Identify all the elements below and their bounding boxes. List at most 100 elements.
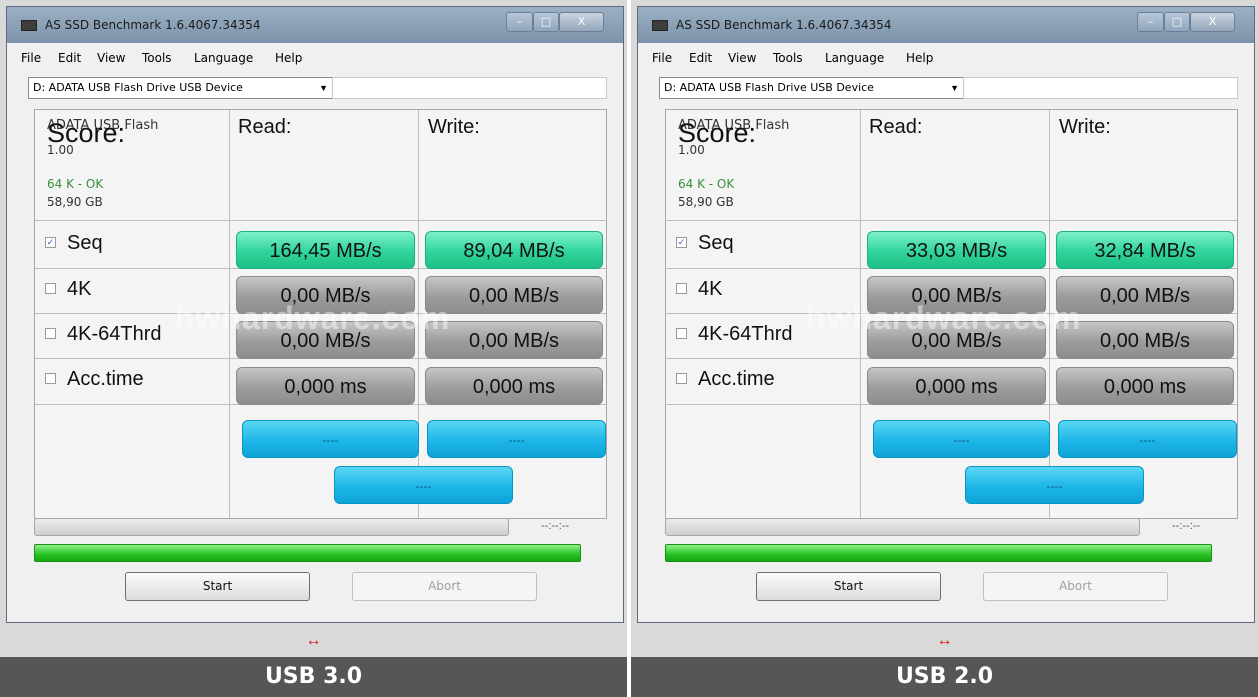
- dropdown-arrow-icon: ▼: [319, 83, 328, 93]
- window-title: AS SSD Benchmark 1.6.4067.34354: [45, 18, 261, 32]
- 4k-checkbox[interactable]: [45, 283, 56, 294]
- close-icon: X: [1208, 15, 1217, 28]
- start-button[interactable]: Start: [125, 572, 310, 601]
- 4k64-checkbox[interactable]: [676, 328, 687, 339]
- menu-file[interactable]: File: [21, 51, 41, 65]
- seq-write-value: 32,84 MB/s: [1056, 231, 1234, 269]
- app-icon: [652, 20, 668, 31]
- results-grid: ADATA USB Flash 1.00 64 K - OK 58,90 GB …: [665, 109, 1238, 519]
- seq-write-value: 89,04 MB/s: [425, 231, 603, 269]
- 4k64-checkbox[interactable]: [45, 328, 56, 339]
- divider: [229, 110, 230, 518]
- test-progress-bar: [34, 518, 509, 536]
- divider: [418, 110, 419, 518]
- info-textbox[interactable]: [963, 77, 1238, 99]
- device-size: 58,90 GB: [47, 195, 103, 209]
- menu-help[interactable]: Help: [275, 51, 302, 65]
- menu-file[interactable]: File: [652, 51, 672, 65]
- panel-caption: USB 2.0: [631, 657, 1258, 697]
- as-ssd-window: AS SSD Benchmark 1.6.4067.34354 – □ X Fi…: [637, 6, 1255, 623]
- seq-label: Seq: [698, 232, 734, 254]
- 4k-write-value: 0,00 MB/s: [425, 276, 603, 314]
- 4k-label: 4K: [698, 278, 723, 300]
- results-grid: ADATA USB Flash 1.00 64 K - OK 58,90 GB …: [34, 109, 607, 519]
- score-total: ----: [965, 466, 1144, 504]
- menu-edit[interactable]: Edit: [58, 51, 81, 65]
- acc-checkbox[interactable]: [45, 373, 56, 384]
- menu-help[interactable]: Help: [906, 51, 933, 65]
- maximize-button[interactable]: □: [533, 12, 559, 32]
- write-header: Write:: [428, 116, 480, 138]
- start-button[interactable]: Start: [756, 572, 941, 601]
- acc-read-value: 0,000 ms: [236, 367, 415, 405]
- 4k64-read-value: 0,00 MB/s: [236, 321, 415, 359]
- title-bar[interactable]: AS SSD Benchmark 1.6.4067.34354 – □ X: [638, 7, 1254, 43]
- acc-read-value: 0,000 ms: [867, 367, 1046, 405]
- acc-checkbox[interactable]: [676, 373, 687, 384]
- seq-read-value: 164,45 MB/s: [236, 231, 415, 269]
- write-header: Write:: [1059, 116, 1111, 138]
- close-icon: X: [577, 15, 586, 28]
- minimize-button[interactable]: –: [506, 12, 533, 32]
- app-icon: [21, 20, 37, 31]
- usb2-panel: AS SSD Benchmark 1.6.4067.34354 – □ X Fi…: [631, 0, 1258, 697]
- divider: [35, 220, 606, 221]
- minimize-icon: –: [1147, 15, 1154, 28]
- device-size: 58,90 GB: [678, 195, 734, 209]
- test-progress-bar: [665, 518, 1140, 536]
- menu-view[interactable]: View: [728, 51, 756, 65]
- 4k-checkbox[interactable]: [676, 283, 687, 294]
- elapsed-time: --:--:--: [541, 520, 570, 532]
- drive-select-value: D: ADATA USB Flash Drive USB Device: [664, 81, 874, 94]
- menu-view[interactable]: View: [97, 51, 125, 65]
- drive-select[interactable]: D: ADATA USB Flash Drive USB Device ▼: [28, 77, 333, 99]
- dropdown-arrow-icon: ▼: [950, 83, 959, 93]
- score-total: ----: [334, 466, 513, 504]
- seq-label: Seq: [67, 232, 103, 254]
- 4k-read-value: 0,00 MB/s: [867, 276, 1046, 314]
- menu-language[interactable]: Language: [194, 51, 253, 65]
- drive-select[interactable]: D: ADATA USB Flash Drive USB Device ▼: [659, 77, 964, 99]
- arrow-row: ↔: [0, 625, 627, 657]
- arrow-row: ↔: [631, 625, 1258, 657]
- score-write: ----: [1058, 420, 1237, 458]
- close-button[interactable]: X: [1190, 12, 1235, 32]
- close-button[interactable]: X: [559, 12, 604, 32]
- score-write: ----: [427, 420, 606, 458]
- menu-language[interactable]: Language: [825, 51, 884, 65]
- maximize-icon: □: [540, 15, 552, 28]
- abort-button[interactable]: Abort: [352, 572, 537, 601]
- seq-checkbox[interactable]: ✓: [45, 237, 56, 248]
- swap-arrow-icon: ↔: [936, 632, 953, 649]
- abort-button[interactable]: Abort: [983, 572, 1168, 601]
- 4k64-write-value: 0,00 MB/s: [425, 321, 603, 359]
- score-read: ----: [242, 420, 419, 458]
- menu-bar: File Edit View Tools Language Help: [646, 45, 1246, 69]
- info-textbox[interactable]: [332, 77, 607, 99]
- 4k64-write-value: 0,00 MB/s: [1056, 321, 1234, 359]
- menu-edit[interactable]: Edit: [689, 51, 712, 65]
- seq-read-value: 33,03 MB/s: [867, 231, 1046, 269]
- acc-write-value: 0,000 ms: [425, 367, 603, 405]
- score-label: Score:: [678, 118, 757, 148]
- maximize-button[interactable]: □: [1164, 12, 1190, 32]
- drive-select-value: D: ADATA USB Flash Drive USB Device: [33, 81, 243, 94]
- menu-tools[interactable]: Tools: [773, 51, 803, 65]
- 4k-write-value: 0,00 MB/s: [1056, 276, 1234, 314]
- divider: [860, 110, 861, 518]
- minimize-button[interactable]: –: [1137, 12, 1164, 32]
- read-header: Read:: [238, 116, 292, 138]
- score-label: Score:: [47, 118, 126, 148]
- acc-write-value: 0,000 ms: [1056, 367, 1234, 405]
- 4k-read-value: 0,00 MB/s: [236, 276, 415, 314]
- seq-checkbox[interactable]: ✓: [676, 237, 687, 248]
- menu-tools[interactable]: Tools: [142, 51, 172, 65]
- as-ssd-window: AS SSD Benchmark 1.6.4067.34354 – □ X Fi…: [6, 6, 624, 623]
- swap-arrow-icon: ↔: [305, 632, 322, 649]
- acc-label: Acc.time: [67, 368, 144, 390]
- panel-caption: USB 3.0: [0, 657, 627, 697]
- window-title: AS SSD Benchmark 1.6.4067.34354: [676, 18, 892, 32]
- divider: [666, 220, 1237, 221]
- 4k64-read-value: 0,00 MB/s: [867, 321, 1046, 359]
- title-bar[interactable]: AS SSD Benchmark 1.6.4067.34354 – □ X: [7, 7, 623, 43]
